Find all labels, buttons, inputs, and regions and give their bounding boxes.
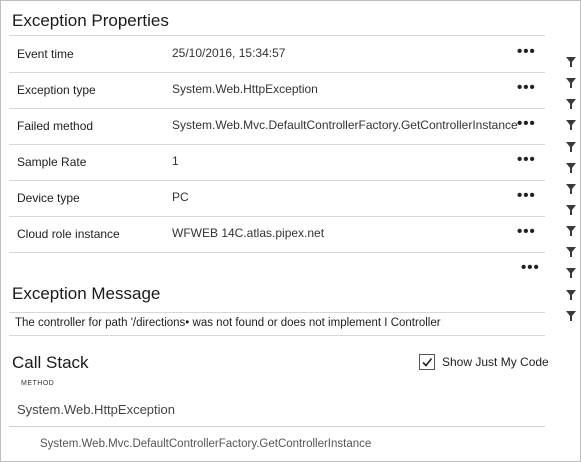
more-options-icon[interactable]: •••: [517, 114, 537, 134]
stack-divider: [9, 426, 545, 427]
more-options-icon[interactable]: •••: [517, 42, 537, 62]
property-row-sample-rate: Sample Rate 1 •••: [9, 144, 545, 181]
property-key: Event time: [17, 47, 74, 61]
filter-icon[interactable]: [564, 224, 578, 238]
filter-icon[interactable]: [564, 203, 578, 217]
property-value: PC: [172, 190, 189, 204]
filter-icon[interactable]: [564, 309, 578, 323]
exception-properties-title: Exception Properties: [12, 11, 169, 30]
show-just-my-code-label: Show Just My Code: [442, 355, 549, 369]
property-row-cloud-role-instance: Cloud role instance WFWEB 14C.atlas.pipe…: [9, 216, 545, 253]
call-stack-title: Call Stack: [12, 353, 89, 372]
stack-frame[interactable]: System.Web.Mvc.DefaultControllerFactory.…: [40, 438, 371, 450]
filter-icon[interactable]: [564, 288, 578, 302]
property-value: WFWEB 14C.atlas.pipex.net: [172, 226, 325, 240]
property-row-event-time: Event time 25/10/2016, 15:34:57 •••: [9, 35, 545, 73]
more-options-icon[interactable]: •••: [517, 186, 537, 206]
more-options-icon[interactable]: •••: [517, 150, 537, 170]
property-row-failed-method: Failed method System.Web.Mvc.DefaultCont…: [9, 108, 545, 145]
filter-icon[interactable]: [564, 97, 578, 111]
filter-icon[interactable]: [564, 245, 578, 259]
check-icon: [422, 358, 433, 367]
property-key: Cloud role instance: [17, 227, 120, 241]
exception-message-text: The controller for path '/directions• wa…: [15, 317, 441, 329]
filter-icon[interactable]: [564, 182, 578, 196]
exception-details-panel: Exception Properties Event time 25/10/20…: [0, 0, 581, 462]
property-key: Failed method: [17, 119, 94, 133]
filter-icon[interactable]: [564, 76, 578, 90]
property-value: System.Web.Mvc.DefaultControllerFactory.…: [172, 118, 518, 132]
exception-message-title: Exception Message: [12, 284, 161, 303]
section-more-options-icon[interactable]: •••: [521, 258, 541, 278]
method-column-header: METHOD: [21, 380, 55, 387]
property-value: 1: [172, 154, 179, 168]
filter-icon[interactable]: [564, 266, 578, 280]
filter-column: [564, 51, 578, 331]
show-just-my-code-checkbox[interactable]: [419, 354, 435, 370]
more-options-icon[interactable]: •••: [517, 222, 537, 242]
property-value: 25/10/2016, 15:34:57: [172, 46, 286, 60]
property-row-exception-type: Exception type System.Web.HttpException …: [9, 72, 545, 109]
filter-icon[interactable]: [564, 55, 578, 69]
property-key: Exception type: [17, 83, 96, 97]
filter-icon[interactable]: [564, 118, 578, 132]
property-key: Device type: [17, 191, 80, 205]
filter-icon[interactable]: [564, 161, 578, 175]
exception-message-box: The controller for path '/directions• wa…: [9, 312, 545, 336]
property-row-device-type: Device type PC •••: [9, 180, 545, 217]
property-key: Sample Rate: [17, 155, 87, 169]
property-value: System.Web.HttpException: [172, 82, 318, 96]
more-options-icon[interactable]: •••: [517, 78, 537, 98]
stack-frame[interactable]: System.Web.HttpException: [17, 402, 175, 417]
filter-icon[interactable]: [564, 140, 578, 154]
